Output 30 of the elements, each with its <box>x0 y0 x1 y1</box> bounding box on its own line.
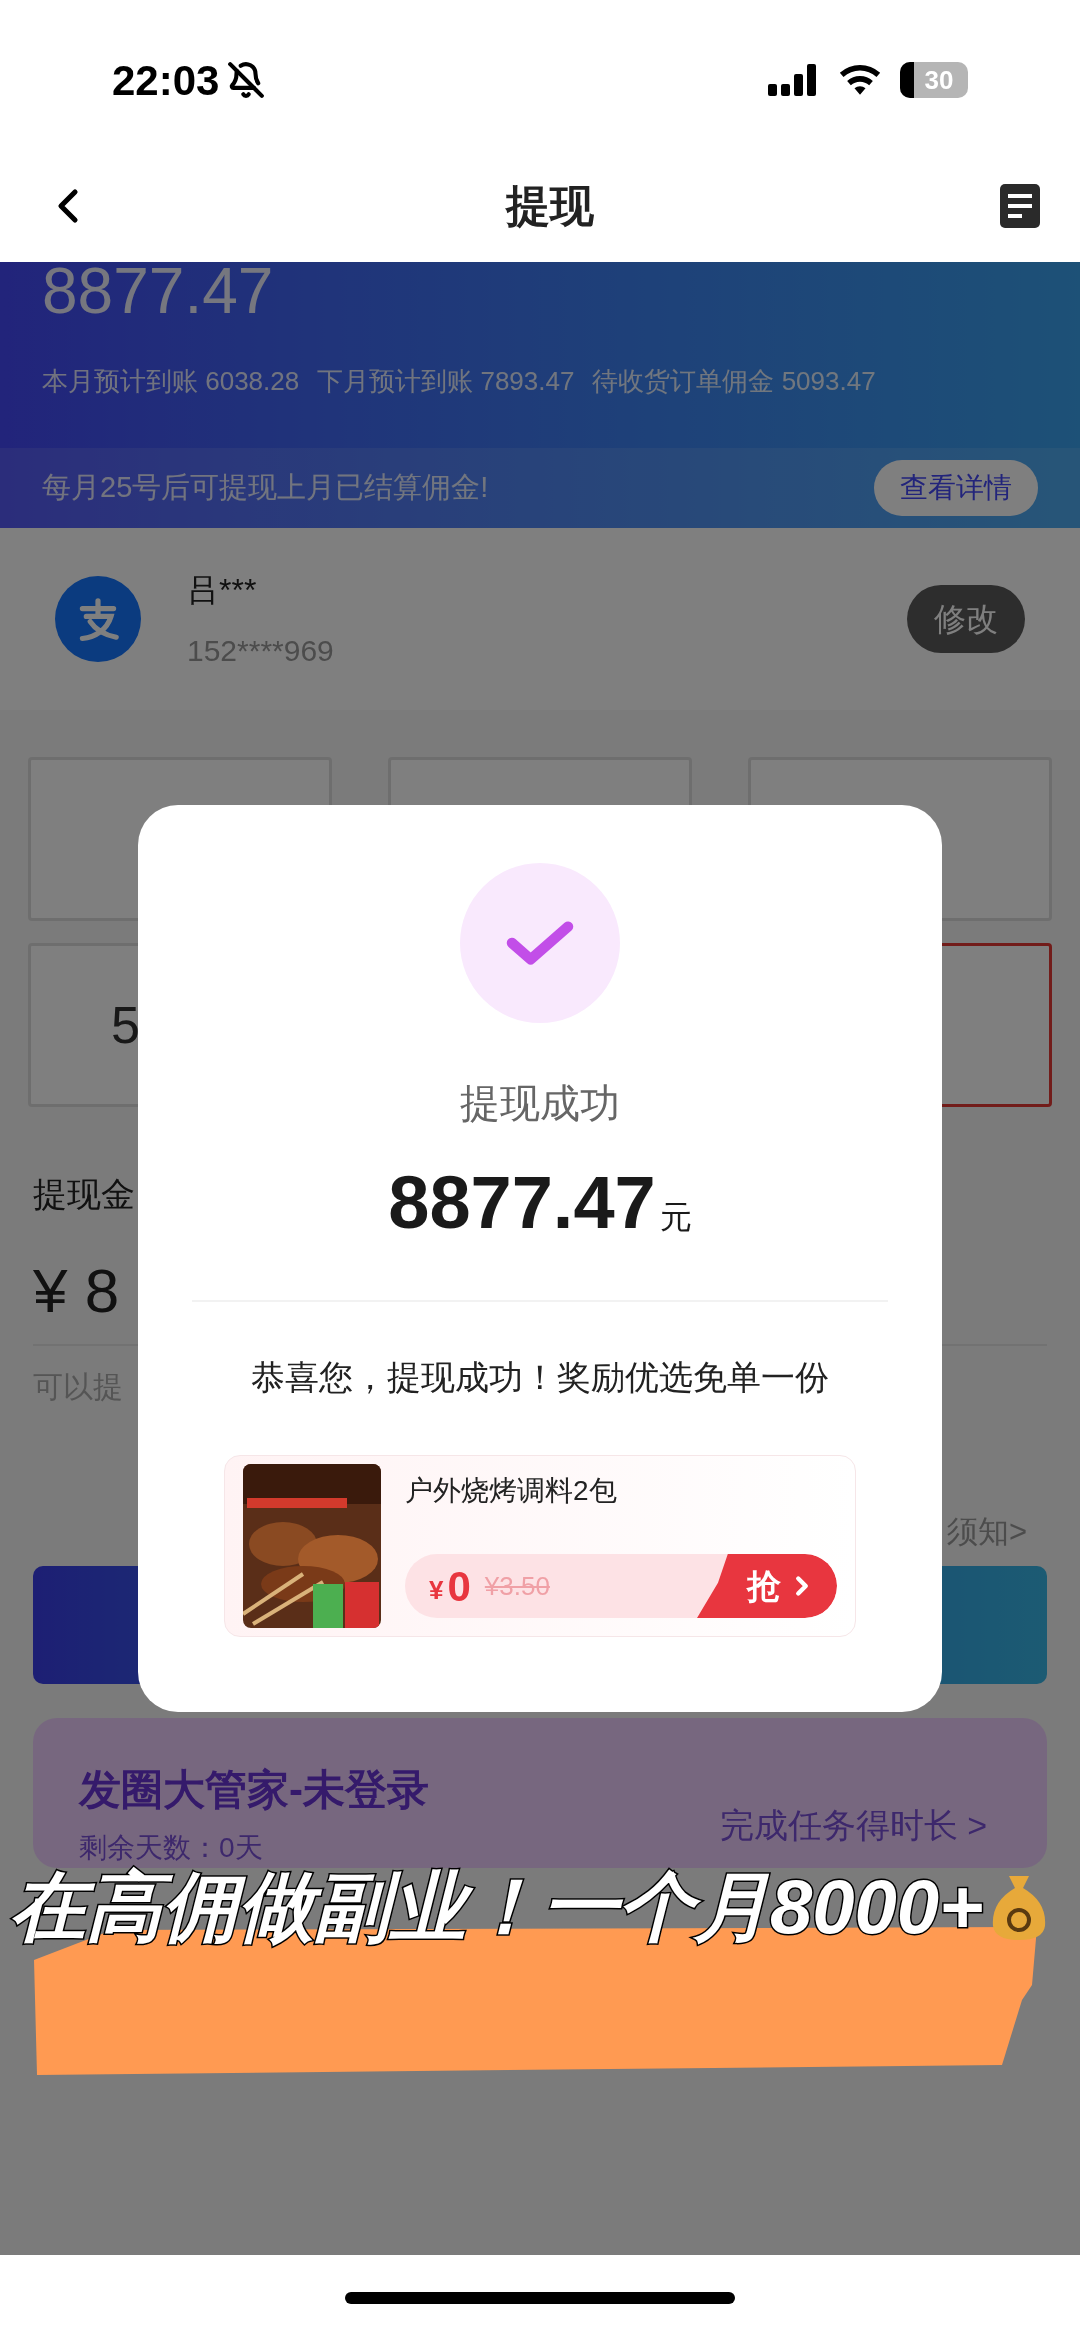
reward-message: 恭喜您，提现成功！奖励优选免单一份 <box>251 1357 829 1398</box>
bell-off-icon <box>227 61 266 99</box>
product-card[interactable]: 户外烧烤调料2包 ¥0 ¥3.50 抢 <box>224 1455 856 1637</box>
form-label: 提现金 <box>33 1174 135 1215</box>
product-name: 户外烧烤调料2包 <box>405 1474 618 1508</box>
document-icon[interactable] <box>1000 184 1040 228</box>
withdraw-amount: 8877.47 <box>388 1160 656 1246</box>
amount-input[interactable]: ¥ 8 <box>33 1243 120 1337</box>
original-price: ¥3.50 <box>484 1569 550 1603</box>
battery-icon: 30 <box>900 62 968 98</box>
stat-text: 待收货订单佣金 5093.47 <box>592 365 876 398</box>
stat-text: 本月预计到账 6038.28 <box>42 365 300 398</box>
stat-text: 下月预计到账 7893.47 <box>317 365 575 398</box>
status-time: 22:03 <box>112 55 220 106</box>
notice-text: 每月25号后可提现上月已结算佣金! <box>42 470 490 506</box>
edit-button[interactable]: 修改 <box>907 585 1025 653</box>
earn-time-link[interactable]: 完成任务得时长 > <box>719 1799 987 1851</box>
caption-text: 在高佣做副业！一个月8000+ <box>10 1863 984 1951</box>
currency-unit: 元 <box>659 1198 692 1237</box>
details-button[interactable]: 查看详情 <box>874 460 1038 516</box>
sale-price: 0 <box>447 1561 471 1612</box>
dialog-title: 提现成功 <box>460 1080 620 1127</box>
page-title: 提现 <box>504 180 595 232</box>
grab-button[interactable]: 抢 <box>697 1554 837 1618</box>
currency-symbol: ¥ <box>429 1573 444 1607</box>
balance-amount: 8877.47 <box>41 256 275 326</box>
account-name: 吕*** <box>187 570 258 610</box>
wifi-icon <box>838 63 882 97</box>
signal-icon <box>768 62 818 98</box>
vip-title: 发圈大管家-未登录 <box>79 1764 430 1815</box>
